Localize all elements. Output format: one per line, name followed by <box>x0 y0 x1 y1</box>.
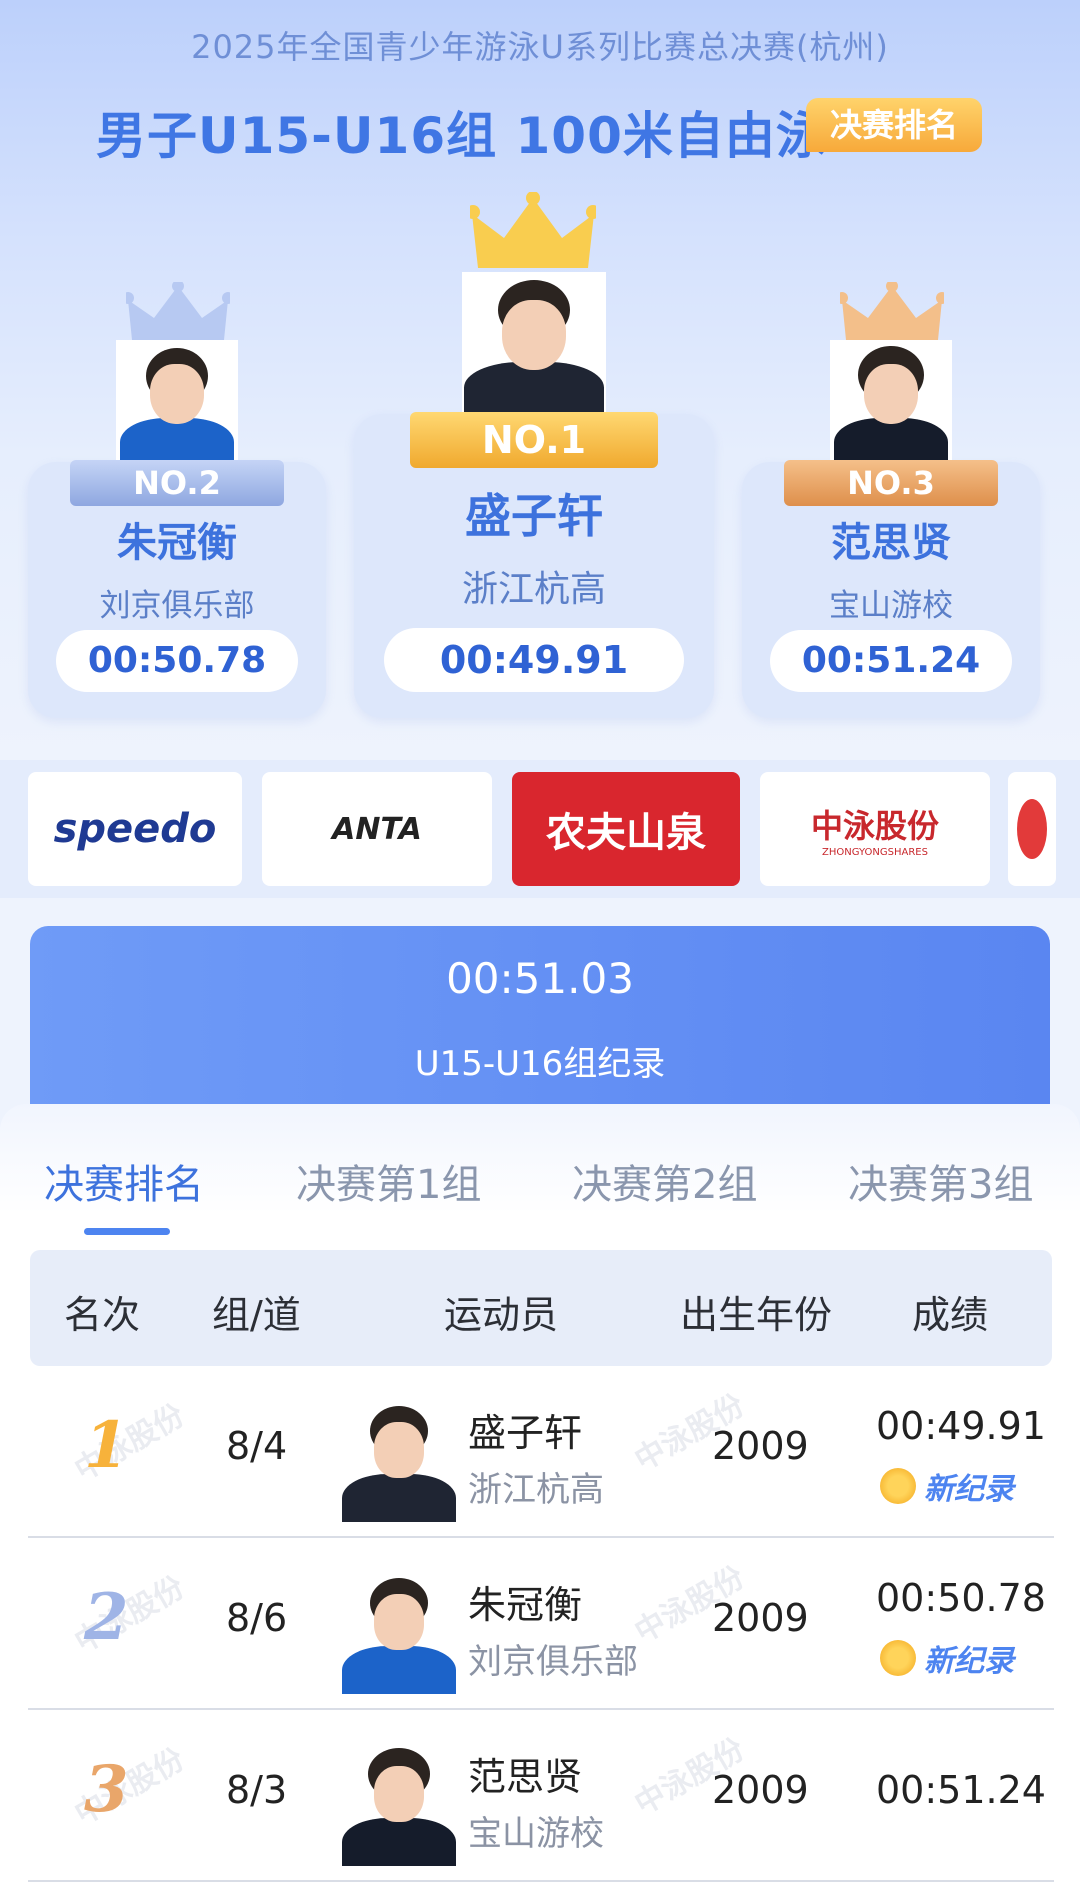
rank-ribbon-third: NO.3 <box>784 460 998 506</box>
podium-photo-second <box>116 340 238 464</box>
podium-time: 00:49.91 <box>384 628 684 692</box>
tab-heat-2[interactable]: 决赛第2组 <box>572 1152 757 1210</box>
new-record-badge: 新纪录 <box>880 1464 1014 1508</box>
podium-photo-first <box>462 272 606 414</box>
silver-crown-icon <box>126 282 230 340</box>
medal-icon <box>880 1468 916 1504</box>
athlete-name: 范思贤 <box>468 1755 583 1799</box>
sponsor-anta[interactable]: ANTA <box>262 772 492 886</box>
podium-club: 浙江杭高 <box>461 569 606 610</box>
record-label: U15-U16组纪录 <box>414 1044 666 1084</box>
new-record-badge: 新纪录 <box>880 1636 1014 1680</box>
birth-year: 2009 <box>712 1768 809 1812</box>
event-title: 2025年全国青少年游泳U系列比赛总决赛(杭州) <box>191 28 889 66</box>
podium-club: 刘京俱乐部 <box>99 588 255 624</box>
record-time: 00:51.03 <box>446 954 634 1003</box>
rank-ribbon-first: NO.1 <box>410 412 658 468</box>
tab-heat-3[interactable]: 决赛第3组 <box>848 1152 1033 1210</box>
medal-icon <box>880 1640 916 1676</box>
podium-name: 朱冠衡 <box>117 520 237 566</box>
col-athlete: 运动员 <box>444 1293 559 1337</box>
athlete-name: 盛子轩 <box>468 1411 583 1455</box>
col-result: 成绩 <box>912 1293 989 1337</box>
gold-crown-icon <box>470 192 596 268</box>
col-lane: 组/道 <box>212 1293 301 1337</box>
result-time: 00:50.78 <box>876 1576 1046 1620</box>
podium-photo-third <box>830 340 952 464</box>
sponsor-speedo[interactable]: speedo <box>28 772 242 886</box>
hero-section: 2025年全国青少年游泳U系列比赛总决赛(杭州) 男子U15-U16组 100米… <box>0 0 1080 760</box>
tab-final-ranking[interactable]: 决赛排名 <box>44 1152 204 1210</box>
athlete-photo <box>342 1574 456 1694</box>
sponsor-zhongyong-logo: 中泳股份 <box>810 806 939 845</box>
sponsor-zhongyong[interactable]: 中泳股份 ZHONGYONGSHARES <box>760 772 990 886</box>
birth-year: 2009 <box>712 1596 809 1640</box>
table-row[interactable]: 中泳股份 中泳股份 2 8/6 朱冠衡 刘京俱乐部 2009 00:50.78 … <box>28 1540 1054 1710</box>
athlete-photo <box>342 1402 456 1522</box>
bronze-crown-icon <box>840 282 944 340</box>
table-header: 名次 组/道 运动员 出生年份 成绩 <box>30 1250 1052 1366</box>
podium-time: 00:51.24 <box>770 630 1012 692</box>
sponsor-nongfu-logo: 农夫山泉 <box>546 810 706 856</box>
new-record-label: 新纪录 <box>924 1644 1014 1679</box>
sponsor-partial[interactable] <box>1008 772 1056 886</box>
lane: 8/3 <box>226 1768 288 1812</box>
col-rank: 名次 <box>64 1293 141 1337</box>
sponsor-anta-logo: ANTA <box>332 811 422 847</box>
sponsor-speedo-logo: speedo <box>53 806 217 852</box>
sponsor-strip[interactable]: speedo ANTA 农夫山泉 中泳股份 ZHONGYONGSHARES <box>0 760 1080 898</box>
birth-year: 2009 <box>712 1424 809 1468</box>
rank-ribbon-second: NO.2 <box>70 460 284 506</box>
rank-number: 1 <box>84 1408 129 1483</box>
results-panel: 决赛排名 决赛第1组 决赛第2组 决赛第3组 名次 组/道 运动员 出生年份 成… <box>0 1104 1080 1887</box>
page: 2025年全国青少年游泳U系列比赛总决赛(杭州) 男子U15-U16组 100米… <box>0 0 1080 1887</box>
final-ranking-badge: 决赛排名 <box>806 98 982 152</box>
tab-active-indicator <box>84 1228 170 1235</box>
sponsor-partial-logo <box>1017 799 1047 859</box>
result-time: 00:49.91 <box>876 1404 1046 1448</box>
result-time: 00:51.24 <box>876 1768 1046 1812</box>
tab-heat-1[interactable]: 决赛第1组 <box>296 1152 481 1210</box>
sponsor-nongfu[interactable]: 农夫山泉 <box>512 772 740 886</box>
table-row[interactable]: 中泳股份 中泳股份 3 8/3 范思贤 宝山游校 2009 00:51.24 <box>28 1712 1054 1882</box>
podium-club: 宝山游校 <box>829 588 953 624</box>
athlete-name: 朱冠衡 <box>468 1583 583 1627</box>
lane: 8/6 <box>226 1596 288 1640</box>
podium-name: 盛子轩 <box>465 489 603 543</box>
new-record-label: 新纪录 <box>924 1472 1014 1507</box>
lane: 8/4 <box>226 1424 288 1468</box>
rank-number: 2 <box>84 1580 129 1655</box>
podium-name: 范思贤 <box>831 520 951 566</box>
athlete-photo <box>342 1746 456 1866</box>
sponsor-zhongyong-sub: ZHONGYONGSHARES <box>822 846 928 858</box>
event-name: 男子U15-U16组 100米自由泳 <box>96 107 827 165</box>
athlete-club: 浙江杭高 <box>468 1470 604 1510</box>
table-row[interactable]: 中泳股份 中泳股份 1 8/4 盛子轩 浙江杭高 2009 00:49.91 新… <box>28 1368 1054 1538</box>
athlete-club: 刘京俱乐部 <box>468 1642 638 1682</box>
athlete-club: 宝山游校 <box>468 1814 604 1854</box>
col-birth-year: 出生年份 <box>680 1293 833 1337</box>
rank-number: 3 <box>84 1752 129 1827</box>
podium-time: 00:50.78 <box>56 630 298 692</box>
record-banner: 00:51.03 U15-U16组纪录 <box>30 926 1050 1106</box>
